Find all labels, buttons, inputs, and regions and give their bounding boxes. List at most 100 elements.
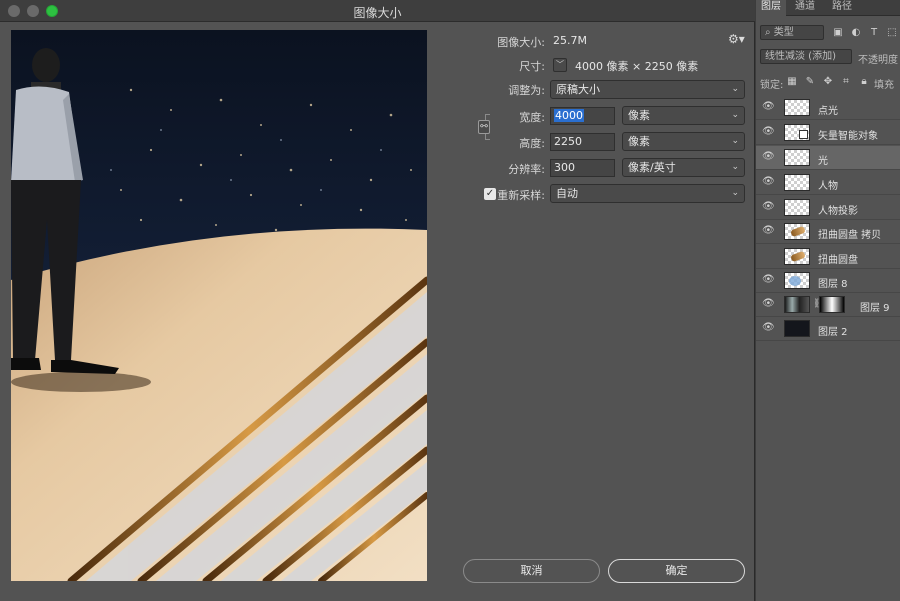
chevron-down-icon: ⌄ [731, 188, 739, 198]
layer-thumbnail [784, 99, 810, 116]
eye-icon[interactable]: 👁︎ [762, 152, 775, 162]
layer-name: 图层 8 [818, 279, 848, 290]
settings-gear-icon[interactable]: ⚙▾ [728, 32, 745, 46]
width-unit-dropdown[interactable]: 像素 ⌄ [622, 106, 745, 125]
width-label: 宽度: [519, 111, 545, 124]
image-preview[interactable] [11, 30, 427, 581]
resample-dropdown[interactable]: 自动 ⌄ [550, 184, 745, 203]
layer-filter-dropdown[interactable]: ⌕ 类型 [760, 25, 824, 40]
tab-channels[interactable]: 通道 [789, 0, 821, 16]
eye-icon[interactable]: 👁︎ [762, 226, 775, 236]
eye-icon[interactable]: 👁︎ [762, 299, 775, 309]
layer-name: 扭曲圆盘 拷贝 [818, 230, 882, 241]
type-filter-icon[interactable]: T [868, 27, 880, 38]
layer-name: 人物 [818, 181, 838, 192]
layer-row[interactable]: · 扭曲圆盘 [756, 245, 900, 269]
layers-panel: 图层 通道 路径 ⌕ 类型 ▣ ◐ T ⬚ 线性减淡 (添加) 不透明度 锁定:… [756, 0, 900, 601]
cancel-button[interactable]: 取消 [463, 559, 600, 583]
smart-object-thumbnail [784, 124, 810, 141]
height-input[interactable]: 2250 [550, 133, 615, 151]
eye-icon[interactable]: 👁︎ [762, 177, 775, 187]
fill-label: 填充 [874, 80, 894, 91]
adjustment-filter-icon[interactable]: ◐ [850, 27, 862, 38]
layer-row[interactable]: 👁︎ 图层 2 [756, 317, 900, 341]
eye-icon[interactable]: 👁︎ [762, 102, 775, 112]
layer-thumbnail [784, 248, 810, 265]
chevron-down-icon: ⌄ [731, 110, 739, 120]
dimensions-unit-dropdown[interactable]: ﹀ [553, 58, 567, 72]
dialog-title: 图像大小 [353, 6, 402, 20]
fit-to-value: 原稿大小 [556, 83, 600, 96]
tab-layers[interactable]: 图层 [756, 0, 786, 16]
lock-transparency-icon[interactable]: ▦ [786, 76, 798, 87]
height-unit: 像素 [628, 135, 650, 148]
lock-all-icon[interactable]: 🔒︎ [858, 76, 870, 87]
layer-row[interactable]: 👁︎ ⛓ 图层 9 [756, 293, 900, 317]
layer-thumbnail [784, 223, 810, 240]
layer-row[interactable]: 👁︎ 图层 8 [756, 269, 900, 293]
height-unit-dropdown[interactable]: 像素 ⌄ [622, 132, 745, 151]
width-input[interactable]: 4000 [550, 107, 615, 125]
resolution-input[interactable]: 300 [550, 159, 615, 177]
layer-filter-value: 类型 [773, 27, 794, 38]
resample-label: 重新采样: [497, 189, 545, 202]
tab-paths[interactable]: 路径 [826, 0, 858, 16]
lock-position-icon[interactable]: ✥ [822, 76, 834, 87]
layer-name: 图层 9 [860, 303, 890, 314]
eye-icon[interactable]: 👁︎ [762, 275, 775, 285]
width-unit: 像素 [628, 109, 650, 122]
resolution-label: 分辨率: [508, 163, 545, 176]
chevron-down-icon: ⌄ [731, 162, 739, 172]
resample-value: 自动 [556, 187, 578, 200]
layer-row[interactable]: 👁︎ 光 [756, 146, 900, 170]
image-size-value: 25.7M [553, 34, 587, 47]
layer-row[interactable]: 👁︎ 人物 [756, 171, 900, 195]
layer-mask-thumbnail[interactable] [819, 296, 845, 313]
chevron-down-icon: ⌄ [731, 136, 739, 146]
dialog-titlebar: 图像大小 [0, 0, 755, 22]
width-value: 4000 [554, 109, 584, 122]
layer-name: 光 [818, 156, 828, 167]
image-size-dialog: 图像大小 ⚙▾ 图像大小: 25.7M 尺寸: ﹀ 4000 像素 × 2250… [0, 0, 755, 601]
height-value: 2250 [554, 135, 582, 148]
layer-thumbnail [784, 296, 810, 313]
layer-thumbnail [784, 272, 810, 289]
shape-filter-icon[interactable]: ⬚ [886, 27, 898, 38]
layer-thumbnail [784, 199, 810, 216]
resolution-value: 300 [554, 161, 575, 174]
layer-thumbnail [784, 174, 810, 191]
layer-row[interactable]: 👁︎ 点光 [756, 96, 900, 120]
chevron-down-icon: ﹀ [556, 60, 564, 69]
lock-label: 锁定: [760, 80, 784, 91]
lock-brush-icon[interactable]: ✎ [804, 76, 816, 87]
eye-icon[interactable]: 👁︎ [762, 127, 775, 137]
layer-row[interactable]: 👁︎ 人物投影 [756, 196, 900, 220]
layer-name: 扭曲圆盘 [818, 255, 858, 266]
fit-to-label: 调整为: [508, 84, 545, 97]
dimensions-label: 尺寸: [519, 60, 545, 73]
layer-row[interactable]: 👁︎ 扭曲圆盘 拷贝 [756, 220, 900, 244]
lock-artboard-icon[interactable]: ⌗ [840, 76, 852, 87]
height-label: 高度: [519, 137, 545, 150]
eye-icon[interactable]: 👁︎ [762, 323, 775, 333]
fit-to-dropdown[interactable]: 原稿大小 ⌄ [550, 80, 745, 99]
blend-mode-dropdown[interactable]: 线性减淡 (添加) [760, 49, 852, 64]
layer-thumbnail [784, 149, 810, 166]
blend-mode-value: 线性减淡 (添加) [765, 51, 836, 62]
ok-button[interactable]: 确定 [608, 559, 745, 583]
dimensions-value: 4000 像素 × 2250 像素 [575, 60, 699, 73]
layer-name: 人物投影 [818, 206, 858, 217]
panel-tabs: 图层 通道 路径 [756, 0, 900, 16]
resolution-unit: 像素/英寸 [628, 161, 676, 174]
image-size-label: 图像大小: [497, 36, 545, 49]
layer-name: 矢量智能对象 [818, 131, 878, 142]
eye-hidden-icon[interactable]: · [762, 251, 774, 261]
layer-row[interactable]: 👁︎ 矢量智能对象 [756, 121, 900, 145]
eye-icon[interactable]: 👁︎ [762, 202, 775, 212]
layer-thumbnail [784, 320, 810, 337]
layer-name: 图层 2 [818, 327, 848, 338]
resolution-unit-dropdown[interactable]: 像素/英寸 ⌄ [622, 158, 745, 177]
chevron-down-icon: ⌄ [731, 84, 739, 94]
pixel-filter-icon[interactable]: ▣ [832, 27, 844, 38]
opacity-label: 不透明度 [858, 55, 898, 66]
